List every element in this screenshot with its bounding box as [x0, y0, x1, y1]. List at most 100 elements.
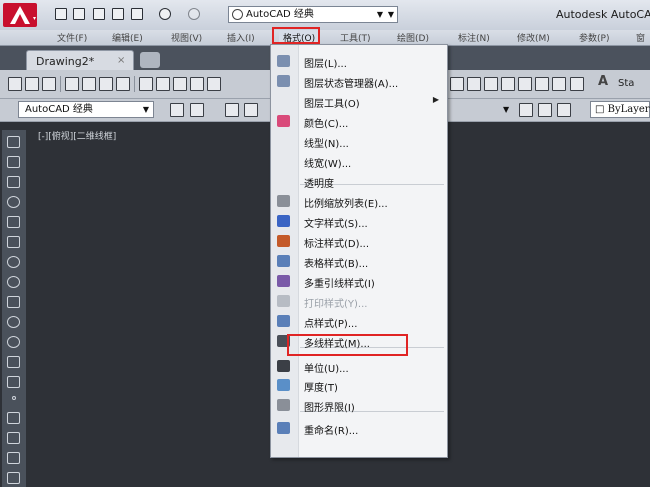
format-menu-item[interactable]: 文字样式(S)...: [271, 211, 447, 231]
polyline-icon[interactable]: [7, 176, 20, 188]
polygon-icon[interactable]: [7, 196, 20, 208]
hatch-icon[interactable]: [7, 412, 20, 424]
circle-icon[interactable]: [7, 256, 20, 268]
viewport-controls[interactable]: [-][俯视][二维线框]: [38, 129, 116, 142]
format-menu-item[interactable]: 厚度(T): [271, 375, 447, 395]
save-icon[interactable]: [42, 77, 56, 91]
arc-icon[interactable]: [7, 236, 20, 248]
format-menu-item[interactable]: 线型(N)...: [271, 131, 447, 151]
menu-parameters[interactable]: 参数(P): [579, 31, 609, 44]
layer-states-icon: [277, 75, 290, 87]
print-icon[interactable]: [131, 8, 143, 20]
workspace-combo[interactable]: AutoCAD 经典 ▼: [18, 101, 154, 118]
open-icon[interactable]: [25, 77, 39, 91]
copy-icon[interactable]: [156, 77, 170, 91]
text-style-icon[interactable]: A: [598, 74, 614, 92]
sheet-set-icon[interactable]: [501, 77, 515, 91]
menu-modify[interactable]: 修改(M): [517, 31, 550, 44]
format-menu-item[interactable]: 图层状态管理器(A)...: [271, 71, 447, 91]
format-menu-item-label: 图层状态管理器(A)...: [304, 79, 399, 90]
format-menu-item[interactable]: 透明度: [271, 171, 447, 191]
ellipse-arc-icon[interactable]: [7, 336, 20, 348]
text-style-combo[interactable]: Sta: [618, 78, 634, 89]
redo-icon[interactable]: [188, 8, 200, 20]
format-menu-item[interactable]: 图形界限(I): [271, 395, 447, 415]
open-file-icon[interactable]: [73, 8, 85, 20]
format-menu-item[interactable]: 单位(U)...: [271, 356, 447, 376]
format-menu-item-label: 厚度(T): [304, 383, 338, 394]
spline-icon[interactable]: [7, 296, 20, 308]
block-editor-icon[interactable]: [207, 77, 221, 91]
quickcalc-icon[interactable]: [535, 77, 549, 91]
markup-icon[interactable]: [518, 77, 532, 91]
menu-edit[interactable]: 编辑(E): [112, 31, 143, 44]
format-menu-item[interactable]: 图层工具(O) ▶: [271, 91, 447, 111]
match-properties-icon[interactable]: [190, 77, 204, 91]
publish-icon[interactable]: [99, 77, 113, 91]
cut-icon[interactable]: [139, 77, 153, 91]
format-menu-item[interactable]: 重命名(R)...: [271, 418, 447, 438]
format-menu-item[interactable]: 线宽(W)...: [271, 151, 447, 171]
format-menu-item[interactable]: 表格样式(B)...: [271, 251, 447, 271]
color-wheel-icon: [277, 115, 290, 127]
plot-icon[interactable]: [65, 77, 79, 91]
make-current-icon[interactable]: [519, 103, 533, 117]
paste-icon[interactable]: [173, 77, 187, 91]
table-icon[interactable]: [7, 472, 20, 484]
save-as-icon[interactable]: [112, 8, 124, 20]
point-icon[interactable]: [12, 396, 16, 400]
tab-drawing2[interactable]: Drawing2* ×: [26, 50, 134, 70]
rectangle-icon[interactable]: [7, 216, 20, 228]
dimension-style-icon: [277, 235, 290, 247]
chevron-down-icon[interactable]: ▼: [503, 101, 515, 118]
customize-icon[interactable]: [190, 103, 204, 117]
menu-view[interactable]: 视图(V): [171, 31, 202, 44]
format-menu-item[interactable]: 打印样式(Y)...: [271, 291, 447, 311]
format-menu-item[interactable]: 多重引线样式(I): [271, 271, 447, 291]
new-icon[interactable]: [8, 77, 22, 91]
undo-icon[interactable]: [159, 8, 171, 20]
layer-icon[interactable]: [557, 103, 571, 117]
text-style-icon: [277, 215, 290, 227]
menu-tools[interactable]: 工具(T): [340, 31, 371, 44]
insert-block-icon[interactable]: [7, 356, 20, 368]
new-file-icon[interactable]: [55, 8, 67, 20]
multileader-style-icon: [277, 275, 290, 287]
layer-state-icon[interactable]: [244, 103, 258, 117]
revision-cloud-icon[interactable]: [7, 276, 20, 288]
make-block-icon[interactable]: [7, 376, 20, 388]
format-menu-item[interactable]: 比例缩放列表(E)...: [271, 191, 447, 211]
gradient-icon[interactable]: [7, 432, 20, 444]
color-combo[interactable]: □ ByLayer: [590, 101, 650, 118]
menu-dimension[interactable]: 标注(N): [458, 31, 490, 44]
plot-preview-icon[interactable]: [82, 77, 96, 91]
workspace-select[interactable]: AutoCAD 经典 ▼ ▼: [228, 6, 398, 23]
menu-insert[interactable]: 插入(I): [227, 31, 255, 44]
menu-window[interactable]: 窗: [636, 31, 645, 44]
workspace-settings-icon[interactable]: [170, 103, 184, 117]
region-icon[interactable]: [7, 452, 20, 464]
menu-file[interactable]: 文件(F): [57, 31, 87, 44]
tool-palettes-icon[interactable]: [484, 77, 498, 91]
format-menu-item[interactable]: 图层(L)...: [271, 51, 447, 71]
construction-line-icon[interactable]: [7, 156, 20, 168]
menu-draw[interactable]: 绘图(D): [397, 31, 429, 44]
3d-dwf-icon[interactable]: [116, 77, 130, 91]
line-icon[interactable]: [7, 136, 20, 148]
design-center-icon[interactable]: [467, 77, 481, 91]
autocad-logo-icon[interactable]: [3, 3, 37, 27]
format-menu-item[interactable]: 标注样式(D)...: [271, 231, 447, 251]
workspace-combo-value: AutoCAD 经典: [25, 104, 93, 115]
calculator-icon[interactable]: [552, 77, 566, 91]
save-icon[interactable]: [93, 8, 105, 20]
format-menu-item[interactable]: 点样式(P)...: [271, 311, 447, 331]
format-menu-item[interactable]: 颜色(C)...: [271, 111, 447, 131]
new-tab-button[interactable]: [140, 52, 160, 68]
close-icon[interactable]: ×: [117, 55, 125, 66]
layer-manager-icon[interactable]: [225, 103, 239, 117]
layer-previous-icon[interactable]: [538, 103, 552, 117]
ellipse-icon[interactable]: [7, 316, 20, 328]
help-icon[interactable]: [570, 77, 584, 91]
expand-icon[interactable]: ▼: [388, 7, 394, 22]
properties-icon[interactable]: [450, 77, 464, 91]
